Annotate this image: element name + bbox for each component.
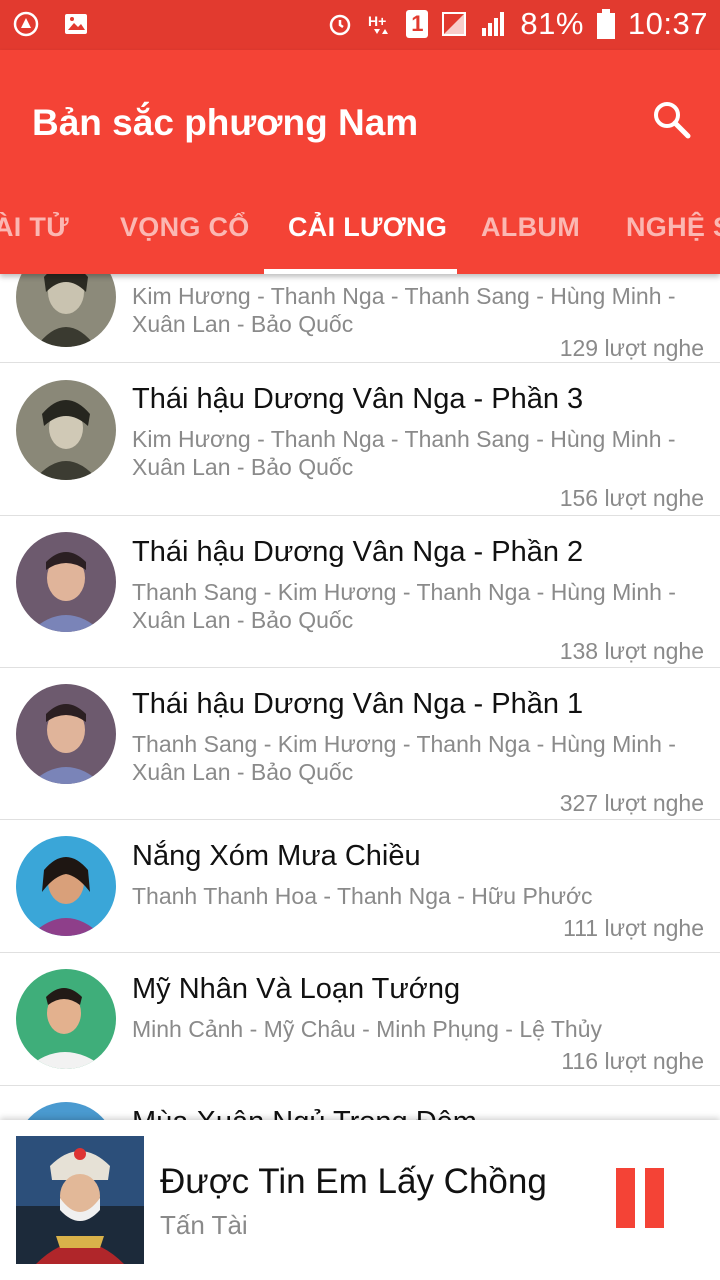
signal-icon [442,12,467,36]
avatar [16,836,116,936]
song-title: Mỹ Nhân Và Loạn Tướng [132,973,461,1005]
list-item[interactable]: Thái hậu Dương Vân Nga - Phần 1 Thanh Sa… [0,668,720,820]
mini-player[interactable]: Được Tin Em Lấy Chồng Tấn Tài [0,1120,720,1280]
play-count: 156 lượt nghe [559,485,704,511]
tab-nghe-si[interactable]: NGHỆ S [626,212,720,243]
app-bar: Bản sắc phương Nam ÀI TỬ VỌNG CỔ CẢI LƯƠ… [0,50,720,274]
play-count: 129 lượt nghe [559,335,704,361]
tab-tai-tu[interactable]: ÀI TỬ [0,212,69,243]
now-playing-title: Được Tin Em Lấy Chồng [160,1162,547,1201]
search-icon[interactable] [650,98,694,142]
song-artists: Kim Hương - Thanh Nga - Thanh Sang - Hùn… [132,426,676,480]
signal-icon [482,12,505,36]
battery-percent: 81% [520,6,584,41]
battery-icon [596,9,615,39]
song-artists: Thanh Sang - Kim Hương - Thanh Nga - Hùn… [132,731,676,785]
song-title: Nắng Xóm Mưa Chiều [132,840,421,872]
sim-icon: 1 [406,10,429,38]
pause-icon[interactable] [612,1168,668,1228]
play-count: 138 lượt nghe [559,638,704,664]
status-bar: H+ 1 81% 10:37 [0,0,720,50]
song-title: Thái hậu Dương Vân Nga - Phần 2 [132,536,584,568]
tab-vong-co[interactable]: VỌNG CỔ [120,212,250,243]
app-title: Bản sắc phương Nam [32,102,419,143]
tab-bar: ÀI TỬ VỌNG CỔ CẢI LƯƠNG ALBUM NGHỆ S [0,200,720,274]
hplus-data-icon: H+ [368,13,389,34]
song-title: Thái hậu Dương Vân Nga - Phần 1 [132,688,584,720]
now-playing-artist: Tấn Tài [160,1210,248,1240]
play-count: 116 lượt nghe [561,1048,704,1074]
avatar [16,274,116,347]
list-item[interactable]: Thái hậu Dương Vân Nga - Phần 3 Kim Hươn… [0,363,720,516]
tab-album[interactable]: ALBUM [481,212,580,243]
avatar [16,532,116,632]
play-count: 111 lượt nghe [563,915,704,941]
tab-cai-luong[interactable]: CẢI LƯƠNG [288,212,447,243]
avatar [16,1102,116,1120]
list-item[interactable]: Mỹ Nhân Và Loạn Tướng Minh Cảnh - Mỹ Châ… [0,953,720,1086]
image-notification-icon [65,14,87,34]
song-artists: Minh Cảnh - Mỹ Châu - Minh Phụng - Lệ Th… [132,1016,603,1042]
tab-indicator [264,269,457,274]
clock: 10:37 [627,6,708,41]
song-artists: Thanh Thanh Hoa - Thanh Nga - Hữu Phước [132,883,593,909]
list-item[interactable]: Nắng Xóm Mưa Chiều Thanh Thanh Hoa - Tha… [0,820,720,953]
list-item[interactable]: Mùa Xuân Ngủ Trong Đêm [0,1086,720,1120]
list-item[interactable]: Thái hậu Dương Vân Nga - Phần 2 Thanh Sa… [0,516,720,668]
alarm-icon [330,14,351,36]
song-artists: Thanh Sang - Kim Hương - Thanh Nga - Hùn… [132,579,676,633]
svg-text:H+: H+ [368,13,386,29]
list-item[interactable]: Kim Hương - Thanh Nga - Thanh Sang - Hùn… [0,274,720,363]
avatar [16,969,116,1069]
song-list[interactable]: Kim Hương - Thanh Nga - Thanh Sang - Hùn… [0,274,720,1120]
song-title: Mùa Xuân Ngủ Trong Đêm [132,1106,477,1120]
avatar [16,380,116,480]
song-title: Thái hậu Dương Vân Nga - Phần 3 [132,383,584,415]
avatar [16,684,116,784]
album-cover [16,1136,144,1264]
song-artists: Kim Hương - Thanh Nga - Thanh Sang - Hùn… [132,283,676,337]
play-count: 327 lượt nghe [559,790,704,816]
app-notification-icon [13,11,39,37]
